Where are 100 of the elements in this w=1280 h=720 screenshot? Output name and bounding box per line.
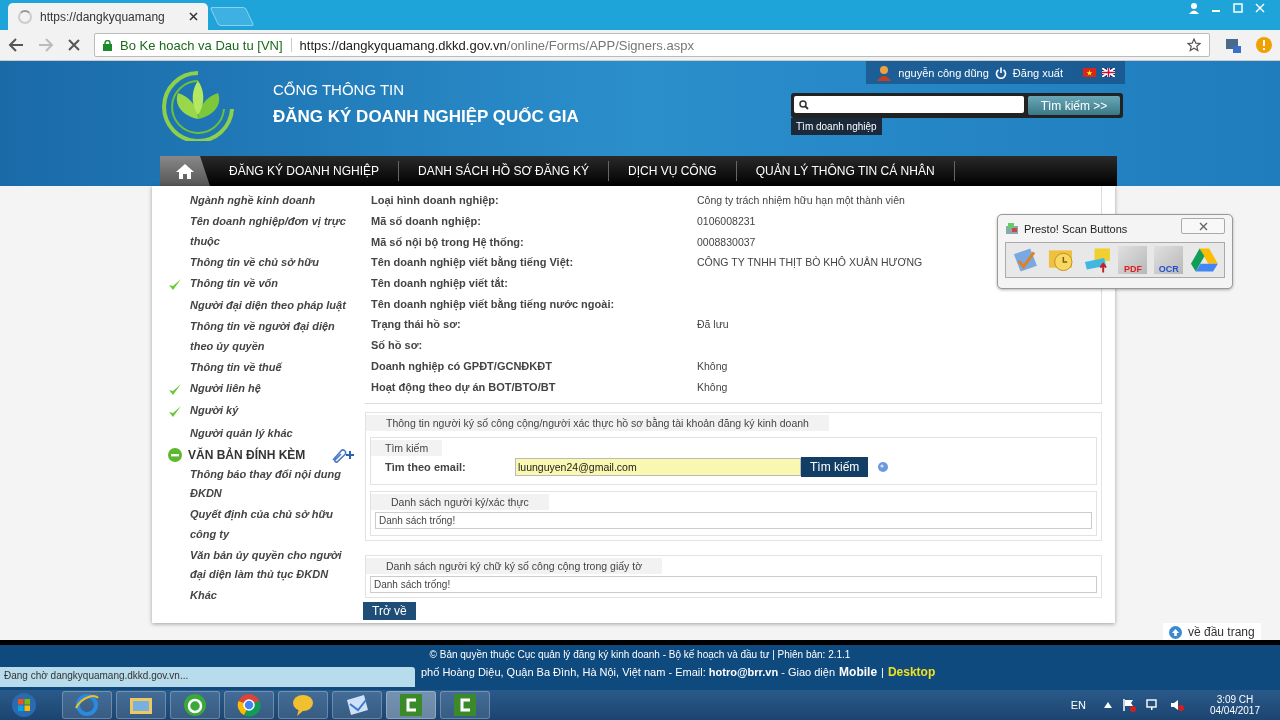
url-text: https://dangkyquamang.dkkd.gov.vn/online/Forms/APP/Signers.aspx: [299, 37, 694, 53]
fieldset-legend: Danh sách người ký/xác thực: [371, 493, 549, 510]
field-label: Trạng thái hồ sơ:: [371, 318, 462, 331]
browser-icon: [236, 692, 262, 718]
email-field[interactable]: luunguyen24@gmail.com: [515, 457, 801, 476]
nav-menu-item[interactable]: ĐĂNG KÝ DOANH NGHIỆP: [210, 161, 400, 181]
sidebar-link[interactable]: Người quản lý khác: [190, 423, 358, 443]
field-label: Mã số doanh nghiệp:: [371, 215, 482, 228]
checkmark-icon: [168, 382, 182, 396]
search-icon: [799, 99, 809, 110]
home-tab[interactable]: [160, 156, 210, 186]
close-icon[interactable]: [189, 12, 198, 21]
sidebar-link[interactable]: Quyết định của chủ sở hữu công ty: [190, 505, 358, 544]
speech-bubble-icon: [290, 692, 316, 718]
taskbar-app-button[interactable]: [116, 691, 166, 719]
home-icon: [175, 163, 195, 179]
flag-icon[interactable]: [1102, 68, 1115, 77]
back-to-top-link[interactable]: về đầu trang: [1163, 623, 1261, 641]
sidebar-link[interactable]: Khác: [190, 586, 358, 606]
taskbar-app-button[interactable]: [224, 691, 274, 719]
letter-c-icon: [452, 692, 478, 718]
document-icon[interactable]: OCR: [1154, 246, 1184, 274]
close-button[interactable]: [1181, 218, 1225, 234]
checklist-icon[interactable]: [1011, 246, 1040, 274]
logout-link[interactable]: Đăng xuất: [1012, 66, 1063, 79]
triangle-logo-icon[interactable]: [1190, 246, 1219, 274]
sidebar-link[interactable]: Thông tin về người đại diện theo ủy quyền: [190, 317, 358, 356]
taskbar-app-button[interactable]: [386, 691, 436, 719]
copyright-text: © Bản quyền thuộc Cục quản lý đăng ký kinh doanh - Bộ kế hoạch và đầu tư | Phiên bản: 2.1.1: [428, 649, 852, 660]
network-icon[interactable]: [1145, 698, 1160, 712]
field-label: Hoạt động theo dự án BOT/BTO/BT: [371, 380, 557, 393]
field-value: CÔNG TY TNHH THỊT BÒ KHÔ XUÂN HƯƠNG: [697, 256, 923, 269]
caret-icon[interactable]: [1103, 702, 1112, 708]
sidebar-link[interactable]: Người ký: [190, 401, 358, 421]
field-label: Số hồ sơ:: [371, 339, 424, 352]
address-bar[interactable]: Bo Ke hoach va Dau tu [VN] https://dangkyquamang.dkkd.gov.vn/online/Forms/APP/Signers.aspx: [94, 33, 1210, 57]
taskbar-app-button[interactable]: [278, 691, 328, 719]
taskbar-app-button[interactable]: [332, 691, 382, 719]
scanner-icon: [1005, 222, 1019, 236]
taskbar-app-button[interactable]: [440, 691, 490, 719]
sidebar-link[interactable]: Ngành nghề kinh doanh: [190, 191, 358, 211]
sidebar-link[interactable]: Văn bản ủy quyền cho người đại diện làm thủ tục ĐKDN: [190, 545, 358, 585]
envelope-icon: [344, 692, 370, 718]
close-icon: [1198, 221, 1208, 231]
maximize-icon[interactable]: [1230, 2, 1246, 14]
taskbar-app-button[interactable]: [62, 691, 112, 719]
mobile-link[interactable]: Mobile: [839, 665, 878, 679]
site-label: Bo Ke hoach va Dau tu [VN]: [120, 37, 283, 53]
desktop-link[interactable]: Desktop: [887, 665, 936, 679]
taskbar-app-button[interactable]: [170, 691, 220, 719]
paperclip-plus-icon[interactable]: [329, 446, 355, 463]
checkmark-icon: [168, 405, 182, 418]
scanner-folder-icon[interactable]: [1082, 246, 1112, 274]
separator: |: [881, 666, 884, 678]
portal-subtitle: CỔNG THÔNG TIN: [273, 81, 406, 98]
sidebar-link[interactable]: Thông báo thay đổi nội dung ĐKDN: [190, 464, 358, 504]
star-icon[interactable]: [1187, 38, 1201, 52]
person-icon: [876, 64, 893, 81]
flag-icon[interactable]: [1121, 698, 1136, 712]
sidebar-link[interactable]: Thông tin về chủ sở hữu: [190, 252, 358, 272]
fieldset-legend: Danh sách người ký chữ ký số công cộng trong giấy tờ: [366, 557, 663, 574]
empty-list-box: Danh sách trống!: [375, 511, 1092, 529]
checkmark-icon: [168, 277, 182, 291]
browser-tab[interactable]: https://dangkyquamang: [8, 3, 208, 30]
user-name[interactable]: nguyễn công dũng: [898, 66, 989, 79]
search-button[interactable]: Tìm kiếm >>: [1028, 96, 1120, 115]
lock-icon: [103, 39, 112, 51]
field-label: Tên doanh nghiệp viết bằng tiếng nước ngoài:: [371, 297, 616, 310]
field-label: Doanh nghiệp có GPĐT/GCNĐKĐT: [371, 359, 553, 372]
search-button[interactable]: Tìm kiếm: [801, 456, 869, 477]
nav-menu-item[interactable]: DỊCH VỤ CÔNG: [609, 161, 737, 181]
clock-date[interactable]: 04/04/2017: [1209, 705, 1260, 716]
clock-time[interactable]: 3:09 CH: [1216, 694, 1254, 705]
sidebar-link[interactable]: Thông tin về thuế: [190, 357, 358, 377]
sidebar-link[interactable]: Tên doanh nghiệp/đơn vị trực thuộc: [190, 212, 358, 251]
user-icon[interactable]: [1186, 2, 1202, 14]
field-value: 0008830037: [697, 235, 756, 248]
sidebar-link[interactable]: Người đại diện theo pháp luật: [190, 296, 358, 316]
leaf-logo-icon: [160, 69, 236, 141]
nav-menu-item[interactable]: QUẢN LÝ THÔNG TIN CÁ NHÂN: [736, 161, 955, 181]
field-value: Đã lưu: [697, 318, 729, 331]
nav-menu-item[interactable]: DANH SÁCH HỒ SƠ ĐĂNG KÝ: [399, 161, 609, 181]
back-arrow-icon[interactable]: [8, 38, 24, 52]
sidebar-link[interactable]: Người liên hệ: [190, 378, 358, 398]
help-icon[interactable]: [878, 461, 889, 472]
sidebar-link[interactable]: Thông tin về vốn: [190, 273, 358, 293]
section-title: VĂN BẢN ĐÍNH KÈM: [188, 447, 306, 462]
address-text: phố Hoàng Diệu, Quận Ba Đình, Hà Nội, Việt nam - Email: hotro@brr.vn - Giao diện: [421, 666, 836, 678]
extension-icon[interactable]: [1224, 36, 1242, 54]
field-label: Tên doanh nghiệp viết bằng tiếng Việt:: [371, 256, 575, 269]
stop-icon[interactable]: [68, 39, 80, 51]
empty-list-box: Danh sách trống!: [370, 575, 1097, 593]
search-field[interactable]: [794, 96, 1024, 113]
back-button[interactable]: Trở về: [363, 601, 416, 620]
fieldset-legend: Tìm kiếm: [371, 439, 443, 456]
browser-e-icon: [74, 692, 100, 718]
language-indicator[interactable]: EN: [1070, 699, 1086, 711]
collapse-icon[interactable]: [168, 447, 182, 462]
speaker-muted-icon[interactable]: [1169, 698, 1184, 712]
status-bubble: Đang chờ dangkyquamang.dkkd.gov.vn...: [0, 667, 415, 687]
